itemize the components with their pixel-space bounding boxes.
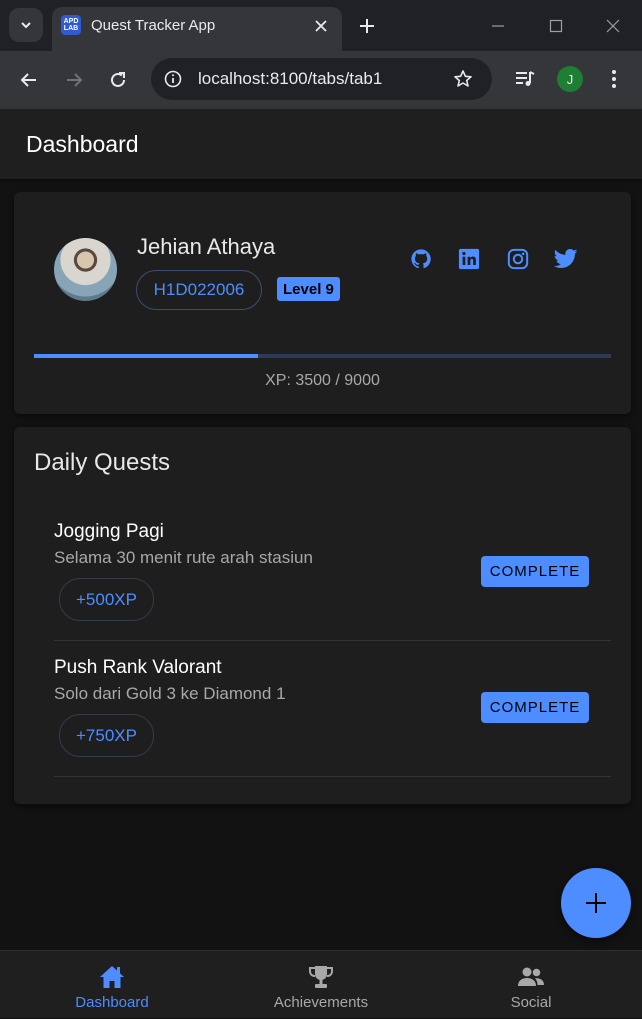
window-close-icon[interactable] (601, 14, 625, 38)
xp-reward-chip[interactable]: +500XP (59, 578, 154, 621)
student-id-chip[interactable]: H1D022006 (136, 270, 262, 310)
quest-name: Jogging Pagi (54, 521, 164, 542)
tab-label: Dashboard (75, 994, 149, 1011)
browser-toolbar: localhost:8100/tabs/tab1 (0, 51, 642, 109)
add-quest-button[interactable] (561, 868, 631, 938)
instagram-icon[interactable] (506, 247, 530, 271)
url-text: localhost:8100/tabs/tab1 (198, 69, 383, 88)
bottom-tab-bar: Dashboard Achievements Social (0, 950, 642, 1018)
tab-label: Social (510, 994, 552, 1011)
bookmark-star-icon[interactable] (452, 68, 474, 90)
quest-item: Push Rank Valorant Solo dari Gold 3 ke D… (54, 641, 611, 777)
linkedin-icon[interactable] (457, 247, 481, 271)
section-title: Daily Quests (34, 449, 171, 476)
close-icon[interactable] (310, 15, 332, 37)
back-icon[interactable] (15, 66, 43, 94)
maximize-icon[interactable] (544, 14, 568, 38)
new-tab-icon[interactable] (355, 14, 379, 38)
complete-button[interactable]: COMPLETE (481, 692, 589, 723)
forward-icon[interactable] (60, 66, 88, 94)
avatar (54, 238, 117, 301)
github-icon[interactable] (409, 247, 433, 271)
tab-achievements[interactable]: Achievements (214, 951, 428, 1019)
kebab-menu-icon[interactable] (603, 66, 625, 92)
media-controls-icon[interactable] (512, 66, 538, 92)
complete-button[interactable]: COMPLETE (481, 556, 589, 587)
xp-progress-bar (34, 354, 611, 358)
address-bar[interactable]: localhost:8100/tabs/tab1 (151, 58, 492, 100)
tab-search-button[interactable] (9, 8, 43, 42)
profile-avatar[interactable]: J (557, 66, 583, 92)
tab-social[interactable]: Social (424, 951, 638, 1019)
reload-icon[interactable] (104, 66, 132, 94)
xp-progress-fill (34, 354, 259, 358)
twitter-icon[interactable] (554, 247, 578, 271)
tab-label: Achievements (273, 994, 369, 1011)
tab-title: Quest Tracker App (91, 17, 216, 34)
trophy-icon (306, 963, 336, 991)
tab-dashboard[interactable]: Dashboard (5, 951, 219, 1019)
people-icon (516, 963, 546, 991)
daily-quests-card: Daily Quests Jogging Pagi Selama 30 meni… (14, 427, 631, 804)
quest-item: Jogging Pagi Selama 30 menit rute arah s… (54, 505, 611, 641)
favicon-icon: APD LAB (61, 15, 81, 35)
home-icon (97, 963, 127, 991)
quest-description: Solo dari Gold 3 ke Diamond 1 (54, 684, 286, 703)
browser-tab[interactable]: APD LAB Quest Tracker App (52, 7, 342, 51)
profile-card: Jehian Athaya H1D022006 Level 9 XP: 3500… (14, 192, 631, 414)
quest-description: Selama 30 menit rute arah stasiun (54, 548, 313, 567)
app-header: Dashboard (0, 109, 642, 179)
level-badge: Level 9 (277, 277, 340, 301)
browser-tab-strip: APD LAB Quest Tracker App (0, 0, 642, 51)
chevron-down-icon (21, 22, 31, 29)
app-content: Dashboard Jehian Athaya H1D022006 Level … (0, 109, 642, 1018)
page-title: Dashboard (26, 131, 139, 157)
user-name: Jehian Athaya (137, 234, 276, 259)
xp-reward-chip[interactable]: +750XP (59, 714, 154, 757)
xp-text: XP: 3500 / 9000 (265, 372, 380, 389)
quest-name: Push Rank Valorant (54, 657, 222, 678)
minimize-icon[interactable] (486, 14, 510, 38)
plus-icon (586, 893, 606, 913)
site-info-icon[interactable] (162, 68, 184, 90)
